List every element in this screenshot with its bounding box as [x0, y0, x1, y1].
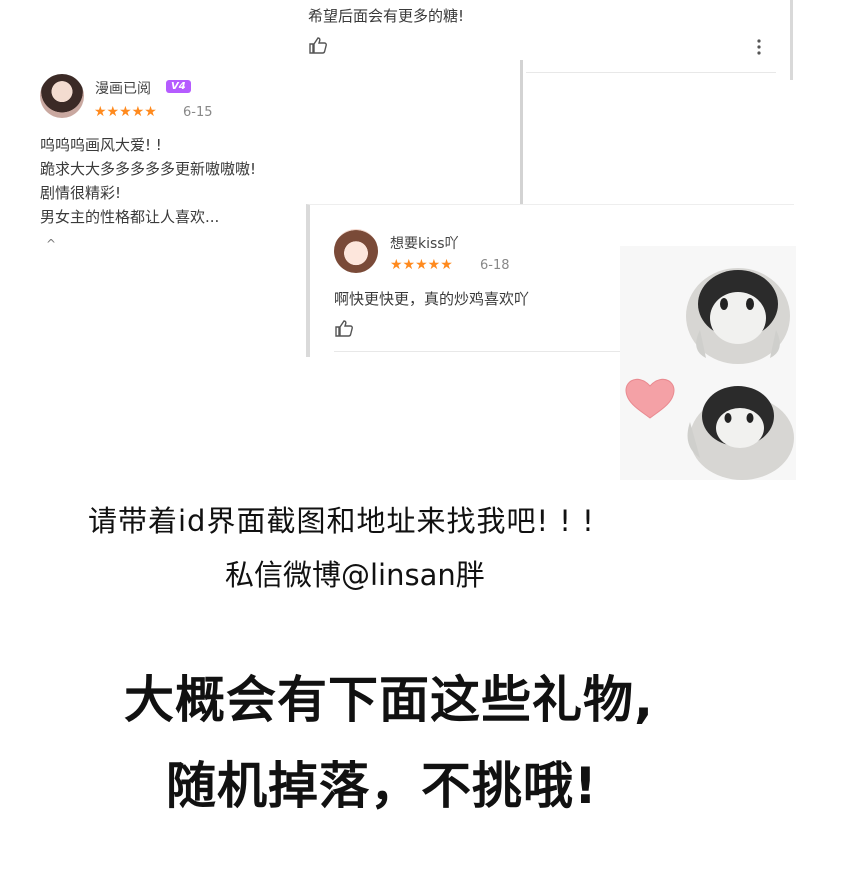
comment-text: 啊快更快更，真的炒鸡喜欢吖	[334, 290, 530, 308]
expand-icon[interactable]: ^	[46, 232, 56, 256]
notice-line-2: 私信微博@linsan胖	[225, 558, 485, 592]
headline-line-2: 随机掉落，不挑哦!	[166, 757, 598, 815]
vip-badge: V4	[166, 80, 191, 93]
headline-line-1: 大概会有下面这些礼物,	[124, 671, 654, 729]
thumbs-up-icon[interactable]	[334, 319, 354, 337]
comment-date: 6-15	[183, 105, 213, 120]
star-rating: ★★★★★	[390, 257, 453, 273]
notice-line-1: 请带着id界面截图和地址来找我吧! ! !	[88, 504, 595, 538]
comment-text: 希望后面会有更多的糖!	[308, 7, 465, 25]
username[interactable]: 想要kiss吖	[390, 233, 459, 253]
thumbs-up-icon[interactable]	[308, 36, 328, 54]
comment-date: 6-18	[480, 258, 510, 273]
penguin-sticker	[620, 246, 796, 480]
comment-line-1: 呜呜呜画风大爱! !	[40, 136, 162, 154]
avatar[interactable]	[40, 74, 84, 118]
comment-line-4: 男女主的性格都让人喜欢...	[40, 208, 220, 226]
comment-line-2: 跪求大大多多多多多更新嗷嗷嗷!	[40, 160, 257, 178]
divider	[526, 72, 776, 73]
avatar[interactable]	[334, 229, 378, 273]
comment-line-3: 剧情很精彩!	[40, 184, 122, 202]
divider	[334, 351, 634, 352]
star-rating: ★★★★★	[94, 104, 157, 120]
username[interactable]: 漫画已阅	[95, 78, 151, 98]
more-options-icon[interactable]	[755, 38, 763, 56]
